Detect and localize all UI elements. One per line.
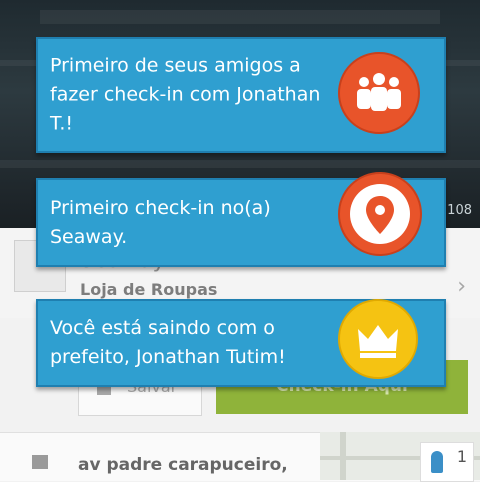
toast-text: Primeiro de seus amigos a fazer check-in…	[50, 54, 321, 135]
toast-text: Primeiro check-in no(a) Seaway.	[50, 196, 271, 248]
here-now-box[interactable]: 1	[420, 442, 474, 482]
person-icon	[431, 451, 443, 473]
toast-text: Você está saindo com o prefeito, Jonatha…	[50, 317, 286, 368]
friends-icon	[338, 52, 420, 134]
crown-icon	[338, 299, 418, 379]
chevron-right-icon: ›	[457, 274, 466, 299]
address-text: av padre carapuceiro,	[78, 455, 288, 475]
location-pin-icon	[338, 172, 422, 256]
photo-count: 108	[447, 203, 472, 218]
toast-first-checkin[interactable]: Primeiro check-in no(a) Seaway.	[36, 172, 446, 267]
venue-category: Loja de Roupas	[80, 280, 218, 299]
toast-friends[interactable]: Primeiro de seus amigos a fazer check-in…	[36, 37, 446, 153]
toast-mayor[interactable]: Você está saindo com o prefeito, Jonatha…	[36, 299, 446, 387]
address-icon	[32, 455, 48, 469]
people-count: 1	[456, 447, 467, 466]
